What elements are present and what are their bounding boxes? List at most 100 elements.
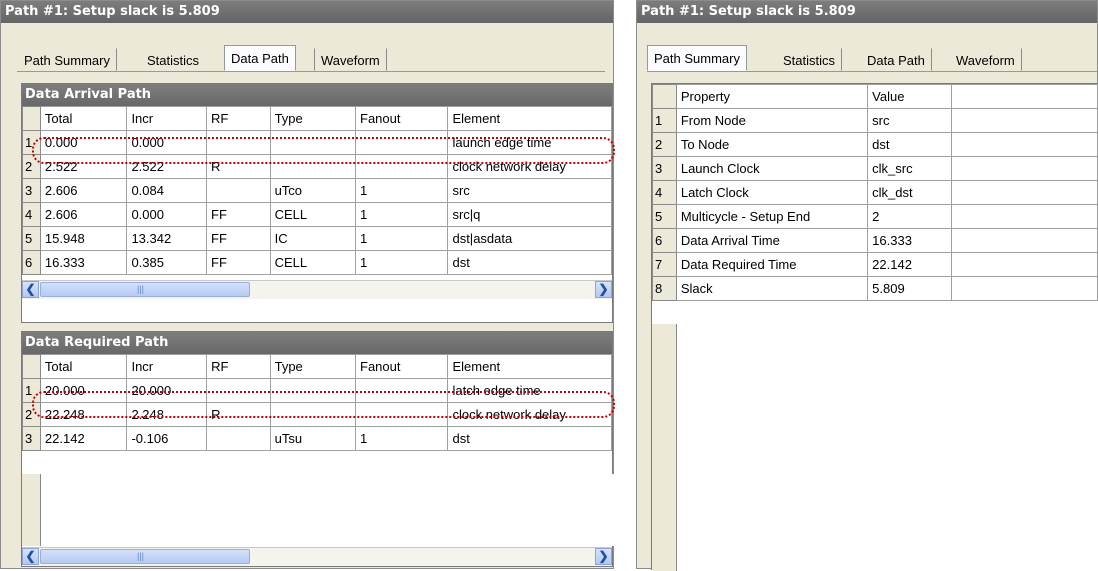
- tab-statistics[interactable]: Statistics: [140, 48, 206, 71]
- table-row[interactable]: 4 Latch Clock clk_dst: [652, 180, 1098, 205]
- column-header-total[interactable]: Total: [39, 106, 128, 131]
- cell-type[interactable]: uTco: [269, 178, 357, 203]
- row-number[interactable]: 3: [22, 178, 41, 203]
- cell-incr[interactable]: 0.084: [126, 178, 208, 203]
- row-number[interactable]: 3: [652, 156, 677, 181]
- table-row[interactable]: 4 2.606 0.000 FF CELL 1 src|q: [22, 202, 612, 227]
- cell-total[interactable]: 2.606: [39, 202, 128, 227]
- cell-property[interactable]: Latch Clock: [675, 180, 869, 205]
- cell-rf[interactable]: [206, 378, 271, 403]
- cell-total[interactable]: 22.248: [39, 402, 128, 427]
- table-row[interactable]: 3 2.606 0.084 uTco 1 src: [22, 178, 612, 203]
- column-header-fanout[interactable]: Fanout: [355, 106, 449, 131]
- cell-type[interactable]: [269, 130, 357, 155]
- cell-fanout[interactable]: 1: [355, 202, 449, 227]
- cell-incr[interactable]: 2.248: [126, 402, 208, 427]
- cell-value[interactable]: clk_dst: [867, 180, 952, 205]
- cell-rf[interactable]: [206, 426, 271, 451]
- cell-fanout[interactable]: [354, 402, 449, 427]
- tab-waveform[interactable]: Waveform: [314, 48, 387, 71]
- cell-total[interactable]: 20.000: [39, 378, 128, 403]
- row-number[interactable]: 2: [652, 132, 677, 157]
- cell-incr[interactable]: 20.000: [126, 378, 208, 403]
- cell-property[interactable]: Multicycle - Setup End: [675, 204, 869, 229]
- table-row[interactable]: 5 Multicycle - Setup End 2: [652, 204, 1098, 229]
- cell-incr[interactable]: 2.522: [126, 154, 208, 179]
- table-row[interactable]: 3 22.142 -0.106 uTsu 1 dst: [22, 426, 612, 451]
- scroll-right-arrow-icon[interactable]: ❯: [595, 281, 612, 298]
- cell-fanout[interactable]: 1: [355, 178, 449, 203]
- column-header-rf[interactable]: RF: [206, 106, 271, 131]
- cell-type[interactable]: [269, 378, 357, 403]
- cell-value[interactable]: 5.809: [867, 276, 952, 301]
- table-row[interactable]: 3 Launch Clock clk_src: [652, 156, 1098, 181]
- cell-type[interactable]: [269, 402, 357, 427]
- table-row[interactable]: 1 20.000 20.000 latch edge time: [22, 378, 612, 403]
- column-header-total[interactable]: Total: [39, 354, 128, 379]
- cell-incr[interactable]: 13.342: [126, 226, 208, 251]
- tab-data-path[interactable]: Data Path: [860, 48, 932, 71]
- cell-element[interactable]: launch edge time: [447, 130, 612, 155]
- tab-path-summary[interactable]: Path Summary: [17, 48, 117, 71]
- cell-element[interactable]: dst: [447, 426, 612, 451]
- tab-statistics[interactable]: Statistics: [776, 48, 843, 71]
- table-row[interactable]: 7 Data Required Time 22.142: [652, 252, 1098, 277]
- cell-rf[interactable]: FF: [206, 226, 271, 251]
- column-header-type[interactable]: Type: [269, 106, 357, 131]
- row-number[interactable]: 5: [22, 226, 41, 251]
- cell-incr[interactable]: 0.000: [126, 202, 208, 227]
- row-number[interactable]: 3: [22, 426, 41, 451]
- cell-type[interactable]: uTsu: [269, 426, 357, 451]
- cell-type[interactable]: [269, 154, 357, 179]
- table-row[interactable]: 6 16.333 0.385 FF CELL 1 dst: [22, 250, 612, 275]
- cell-value[interactable]: src: [867, 108, 952, 133]
- cell-property[interactable]: Launch Clock: [675, 156, 869, 181]
- cell-total[interactable]: 22.142: [39, 426, 128, 451]
- scroll-thumb[interactable]: |||: [40, 549, 250, 564]
- tab-data-path[interactable]: Data Path: [224, 45, 296, 71]
- column-header-property[interactable]: Property: [675, 84, 869, 109]
- cell-element[interactable]: clock network delay: [447, 402, 612, 427]
- cell-fanout[interactable]: [354, 378, 449, 403]
- cell-incr[interactable]: -0.106: [126, 426, 208, 451]
- cell-element[interactable]: src|q: [447, 202, 612, 227]
- cell-fanout[interactable]: [355, 130, 449, 155]
- cell-fanout[interactable]: [355, 154, 449, 179]
- cell-property[interactable]: From Node: [675, 108, 869, 133]
- row-number[interactable]: 2: [22, 402, 41, 427]
- scroll-left-arrow-icon[interactable]: ❮: [22, 281, 39, 298]
- cell-value[interactable]: 16.333: [867, 228, 952, 253]
- row-number[interactable]: 1: [652, 108, 677, 133]
- cell-fanout[interactable]: 1: [354, 426, 449, 451]
- table-row[interactable]: 2 To Node dst: [652, 132, 1098, 157]
- cell-type[interactable]: CELL: [269, 202, 357, 227]
- cell-value[interactable]: dst: [867, 132, 952, 157]
- tab-path-summary[interactable]: Path Summary: [647, 45, 747, 71]
- column-header-incr[interactable]: Incr: [126, 354, 208, 379]
- cell-total[interactable]: 2.522: [39, 154, 128, 179]
- cell-element[interactable]: dst|asdata: [447, 226, 612, 251]
- table-row[interactable]: 5 15.948 13.342 FF IC 1 dst|asdata: [22, 226, 612, 251]
- scroll-thumb[interactable]: |||: [40, 282, 250, 297]
- column-header-rf[interactable]: RF: [206, 354, 271, 379]
- row-number[interactable]: 1: [22, 130, 41, 155]
- scroll-right-arrow-icon[interactable]: ❯: [595, 548, 612, 565]
- table-row[interactable]: 8 Slack 5.809: [652, 276, 1098, 301]
- cell-value[interactable]: clk_src: [867, 156, 952, 181]
- row-number[interactable]: 7: [652, 252, 677, 277]
- cell-property[interactable]: Data Arrival Time: [675, 228, 869, 253]
- column-header-type[interactable]: Type: [269, 354, 357, 379]
- row-number[interactable]: 6: [652, 228, 677, 253]
- cell-total[interactable]: 16.333: [39, 250, 128, 275]
- cell-total[interactable]: 15.948: [39, 226, 128, 251]
- table-row[interactable]: 2 2.522 2.522 Rclock network delay: [22, 154, 612, 179]
- cell-rf[interactable]: FF: [206, 250, 271, 275]
- cell-property[interactable]: Slack: [675, 276, 869, 301]
- table-row[interactable]: 1 0.000 0.000 launch edge time: [22, 130, 612, 155]
- cell-total[interactable]: 2.606: [39, 178, 128, 203]
- cell-property[interactable]: To Node: [675, 132, 869, 157]
- row-number[interactable]: 4: [22, 202, 41, 227]
- cell-fanout[interactable]: 1: [355, 250, 449, 275]
- cell-type[interactable]: CELL: [269, 250, 357, 275]
- cell-element[interactable]: clock network delay: [447, 154, 612, 179]
